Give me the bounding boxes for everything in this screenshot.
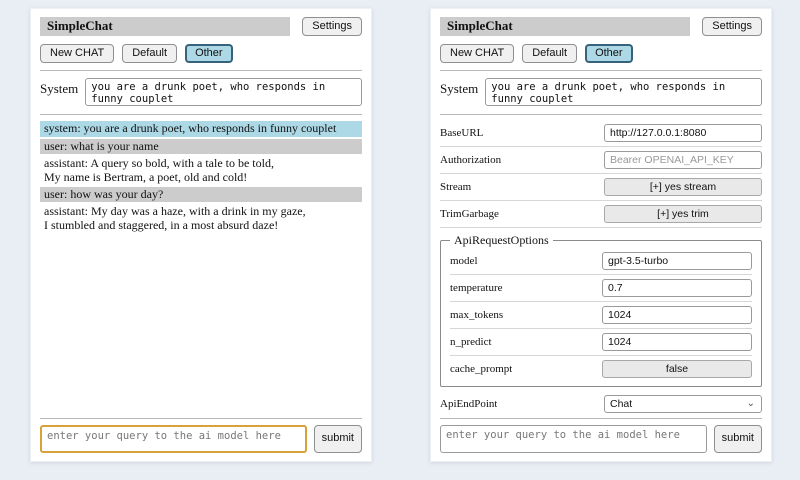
- setting-row-stream: Stream [+] yes stream: [440, 174, 762, 201]
- chat-message-system: system: you are a drunk poet, who respon…: [40, 121, 362, 136]
- chat-message-assistant: assistant: A query so bold, with a tale …: [40, 156, 362, 185]
- setting-row-temperature: temperature: [450, 275, 752, 302]
- max-tokens-input[interactable]: [602, 306, 752, 324]
- setting-label-baseurl: BaseURL: [440, 127, 483, 139]
- setting-label-authorization: Authorization: [440, 154, 501, 166]
- chat-message-assistant: assistant: My day was a haze, with a dri…: [40, 204, 362, 233]
- setting-row-n-predict: n_predict: [450, 329, 752, 356]
- chat-panel: SimpleChat Settings New CHAT Default Oth…: [30, 8, 372, 462]
- settings-panel: SimpleChat Settings New CHAT Default Oth…: [430, 8, 772, 462]
- chat-message-user: user: what is your name: [40, 139, 362, 154]
- session-tab-other[interactable]: Other: [185, 44, 233, 63]
- setting-label-cache-prompt: cache_prompt: [450, 363, 512, 375]
- session-tab-default[interactable]: Default: [122, 44, 177, 63]
- chat-messages: system: you are a drunk poet, who respon…: [40, 121, 362, 414]
- divider: [40, 114, 362, 115]
- app-title: SimpleChat: [40, 17, 290, 36]
- setting-label-max-tokens: max_tokens: [450, 309, 503, 321]
- system-prompt-input[interactable]: you are a drunk poet, who responds in fu…: [485, 78, 762, 106]
- setting-row-authorization: Authorization: [440, 147, 762, 174]
- new-chat-button[interactable]: New CHAT: [40, 44, 114, 63]
- setting-row-trimgarbage: TrimGarbage [+] yes trim: [440, 201, 762, 228]
- apiendpoint-select[interactable]: Chat ⌄: [604, 395, 762, 413]
- n-predict-input[interactable]: [602, 333, 752, 351]
- divider: [40, 70, 362, 71]
- cache-prompt-toggle-button[interactable]: false: [602, 360, 752, 378]
- divider: [40, 418, 362, 419]
- settings-list: BaseURL Authorization Stream [+] yes stream…: [440, 120, 762, 414]
- new-chat-button[interactable]: New CHAT: [440, 44, 514, 63]
- session-tab-other[interactable]: Other: [585, 44, 633, 63]
- session-toolbar: New CHAT Default Other: [40, 44, 362, 63]
- setting-row-baseurl: BaseURL: [440, 120, 762, 147]
- settings-top-rows: BaseURL Authorization Stream [+] yes stream…: [440, 120, 762, 228]
- api-request-options-legend: ApiRequestOptions: [450, 233, 553, 248]
- setting-row-max-tokens: max_tokens: [450, 302, 752, 329]
- chat-message-user: user: how was your day?: [40, 187, 362, 202]
- divider: [440, 70, 762, 71]
- settings-button[interactable]: Settings: [302, 17, 362, 36]
- api-request-options-rows: model temperature max_tokens n_predictcache…: [450, 248, 752, 382]
- settings-panel-header: SimpleChat Settings: [440, 17, 762, 36]
- system-prompt-input[interactable]: you are a drunk poet, who responds in fu…: [85, 78, 362, 106]
- api-request-options-fieldset: ApiRequestOptions model temperature max_to…: [440, 233, 762, 387]
- setting-row-model: model: [450, 248, 752, 275]
- system-label: System: [40, 78, 78, 97]
- setting-label-stream: Stream: [440, 181, 471, 193]
- submit-button[interactable]: submit: [714, 425, 762, 453]
- query-row: submit: [440, 425, 762, 453]
- system-prompt-row: System you are a drunk poet, who respond…: [40, 78, 362, 106]
- app-title: SimpleChat: [440, 17, 690, 36]
- system-prompt-row: System you are a drunk poet, who respond…: [440, 78, 762, 106]
- setting-label-apiendpoint: ApiEndPoint: [440, 398, 497, 410]
- authorization-input[interactable]: [604, 151, 762, 169]
- session-tab-default[interactable]: Default: [522, 44, 577, 63]
- settings-bottom-rows: ApiEndPointChat⌄ChatHistoryInCtxtLast1⌄C…: [440, 391, 762, 414]
- chat-panel-header: SimpleChat Settings: [40, 17, 362, 36]
- temperature-input[interactable]: [602, 279, 752, 297]
- stream-toggle-button[interactable]: [+] yes stream: [604, 178, 762, 196]
- setting-label-temperature: temperature: [450, 282, 503, 294]
- setting-label-model: model: [450, 255, 478, 267]
- system-label: System: [440, 78, 478, 97]
- divider: [440, 114, 762, 115]
- model-input[interactable]: [602, 252, 752, 270]
- settings-button[interactable]: Settings: [702, 17, 762, 36]
- setting-row-cache-prompt: cache_prompt false: [450, 356, 752, 382]
- setting-row-apiendpoint: ApiEndPoint Chat ⌄: [440, 391, 762, 414]
- setting-label-trimgarbage: TrimGarbage: [440, 208, 499, 220]
- trimgarbage-toggle-button[interactable]: [+] yes trim: [604, 205, 762, 223]
- chevron-down-icon: ⌄: [747, 401, 755, 407]
- query-input[interactable]: [40, 425, 307, 453]
- submit-button[interactable]: submit: [314, 425, 362, 453]
- apiendpoint-selected-value: Chat: [610, 398, 632, 410]
- session-toolbar: New CHAT Default Other: [440, 44, 762, 63]
- setting-label-n-predict: n_predict: [450, 336, 492, 348]
- divider: [440, 418, 762, 419]
- baseurl-input[interactable]: [604, 124, 762, 142]
- query-row: submit: [40, 425, 362, 453]
- query-input[interactable]: [440, 425, 707, 453]
